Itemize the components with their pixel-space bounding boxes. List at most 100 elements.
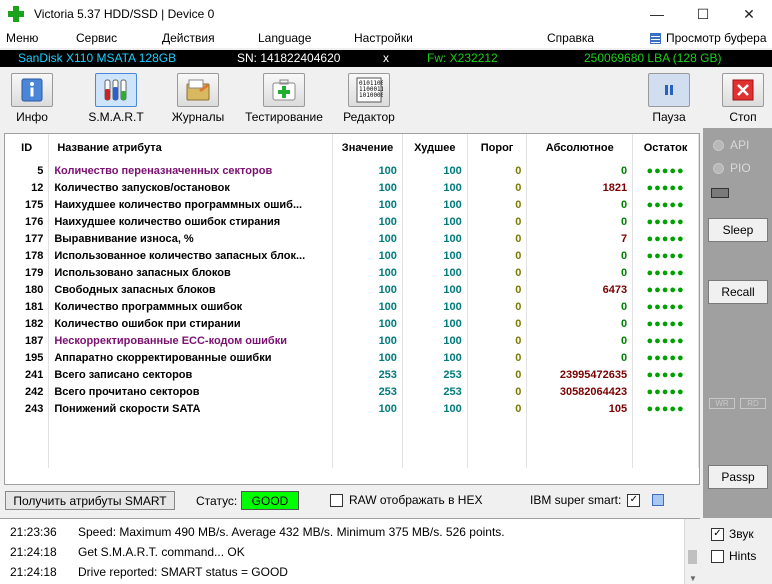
col-rest[interactable]: Остаток <box>632 134 699 162</box>
table-row[interactable]: 5 Количество переназначенных секторов 100 1… <box>5 162 699 179</box>
editor-button[interactable]: 0101100 1100011 1010000 Редактор <box>340 68 398 124</box>
table-row[interactable]: 176 Наихудшее количество ошибок стирания 1… <box>5 213 699 230</box>
app-cross-icon <box>8 6 24 22</box>
attr-value: 100 <box>332 196 403 213</box>
table-row[interactable]: 179 Использовано запасных блоков 100 100 0 0 ●… <box>5 264 699 281</box>
buffer-view-button[interactable]: Просмотр буфера <box>650 31 767 45</box>
attr-worst: 100 <box>402 400 468 417</box>
testing-button[interactable]: Тестирование <box>244 68 324 124</box>
attr-rest: ●●●●● <box>632 332 699 349</box>
maximize-button[interactable]: ☐ <box>680 0 726 28</box>
attr-value: 100 <box>332 298 403 315</box>
passp-button[interactable]: Passp <box>708 465 768 489</box>
attr-value: 100 <box>332 162 403 179</box>
col-value[interactable]: Значение <box>332 134 403 162</box>
scroll-thumb[interactable] <box>688 550 697 564</box>
pause-button[interactable]: Пауза <box>646 68 692 124</box>
ibm-smart-checkbox[interactable]: IBM super smart: ✓ <box>530 493 665 507</box>
menu-item-menu[interactable]: Меню <box>6 31 38 45</box>
empty-row <box>5 417 699 434</box>
menu-item-help[interactable]: Справка <box>547 31 594 45</box>
table-row[interactable]: 243 Понижений скорости SATA 100 100 0 105 ●●●●… <box>5 400 699 417</box>
attr-threshold: 0 <box>467 247 528 264</box>
close-button[interactable]: ✕ <box>726 0 772 28</box>
raw-hex-checkbox[interactable]: RAW отображать в HEX <box>330 493 482 507</box>
sound-checkbox[interactable]: ✓ Звук <box>711 527 754 541</box>
editor-label: Редактор <box>343 110 395 124</box>
device-model[interactable]: SanDisk X110 MSATA 128GB <box>18 51 176 65</box>
color-indicator-icon <box>652 494 665 506</box>
table-row[interactable]: 178 Использованное количество запасных бл… <box>5 247 699 264</box>
api-label: API <box>730 138 750 152</box>
log-scrollbar[interactable]: ▼ <box>684 519 700 584</box>
attr-id: 177 <box>5 230 50 247</box>
attr-rest: ●●●●● <box>632 366 699 383</box>
stop-x-icon <box>722 73 764 107</box>
smart-button[interactable]: S.M.A.R.T <box>86 68 146 124</box>
attr-threshold: 0 <box>467 383 528 400</box>
attr-value: 100 <box>332 179 403 196</box>
col-absolute[interactable]: Абсолютное <box>526 134 634 162</box>
radio-dot-icon <box>713 162 724 174</box>
logs-label: Журналы <box>171 110 225 124</box>
hints-checkbox[interactable]: Hints <box>711 549 756 563</box>
attr-absolute: 0 <box>526 349 634 366</box>
attr-name: Использовано запасных блоков <box>48 264 334 281</box>
api-radio[interactable]: API <box>713 138 749 152</box>
attr-id: 181 <box>5 298 50 315</box>
attr-absolute: 0 <box>526 315 634 332</box>
sleep-button[interactable]: Sleep <box>708 218 768 242</box>
table-row[interactable]: 177 Выравнивание износа, % 100 100 0 7 ●●●●● <box>5 230 699 247</box>
attr-id: 182 <box>5 315 50 332</box>
info-button[interactable]: Инфо <box>8 68 56 124</box>
table-row[interactable]: 241 Всего записано секторов 253 253 0 2399547… <box>5 366 699 383</box>
attr-rest: ●●●●● <box>632 264 699 281</box>
col-id[interactable]: ID <box>5 134 50 162</box>
indicator-led <box>711 188 729 198</box>
table-row[interactable]: 181 Количество программных ошибок 100 100 0 0… <box>5 298 699 315</box>
rd-indicator: RD <box>740 398 766 409</box>
scroll-down-icon[interactable]: ▼ <box>689 574 697 583</box>
attr-threshold: 0 <box>467 162 528 179</box>
stop-button[interactable]: Стоп <box>720 68 766 124</box>
recall-button[interactable]: Recall <box>708 280 768 304</box>
table-row[interactable]: 175 Наихудшее количество программных ошиб… <box>5 196 699 213</box>
col-threshold[interactable]: Порог <box>467 134 528 162</box>
attr-worst: 100 <box>402 315 468 332</box>
menu-item-actions[interactable]: Действия <box>162 31 215 45</box>
menu-item-service[interactable]: Сервис <box>76 31 117 45</box>
attr-absolute: 0 <box>526 247 634 264</box>
attr-absolute: 6473 <box>526 281 634 298</box>
menu-bar: Меню Сервис Действия Language Настройки … <box>0 28 772 48</box>
radio-dot-icon <box>713 139 724 151</box>
attr-name: Наихудшее количество программных ошиб... <box>48 196 334 213</box>
table-row[interactable]: 12 Количество запусков/остановок 100 100 0 18… <box>5 179 699 196</box>
table-row[interactable]: 182 Количество ошибок при стирании 100 100 0… <box>5 315 699 332</box>
attr-rest: ●●●●● <box>632 247 699 264</box>
device-close-x[interactable]: x <box>383 51 389 65</box>
attr-value: 100 <box>332 349 403 366</box>
menu-item-language[interactable]: Language <box>258 31 311 45</box>
get-smart-button[interactable]: Получить атрибуты SMART <box>5 491 175 510</box>
col-name[interactable]: Название атрибута <box>48 134 334 162</box>
minimize-button[interactable]: — <box>634 0 680 28</box>
logs-button[interactable]: Журналы <box>170 68 226 124</box>
attr-rest: ●●●●● <box>632 162 699 179</box>
svg-text:1010000: 1010000 <box>359 92 383 99</box>
menu-item-settings[interactable]: Настройки <box>354 31 413 45</box>
table-row[interactable]: 187 Нескорректированные ECC-кодом ошибки 1… <box>5 332 699 349</box>
pio-radio[interactable]: PIO <box>713 161 751 175</box>
table-header-row: ID Название атрибута Значение Худшее Пор… <box>5 134 699 162</box>
testing-label: Тестирование <box>245 110 323 124</box>
attr-threshold: 0 <box>467 264 528 281</box>
device-firmware: Fw: X232212 <box>427 51 498 65</box>
table-row[interactable]: 242 Всего прочитано секторов 253 253 0 305820… <box>5 383 699 400</box>
col-worst[interactable]: Худшее <box>402 134 468 162</box>
table-row[interactable]: 180 Свободных запасных блоков 100 100 0 6473 ●… <box>5 281 699 298</box>
attr-worst: 100 <box>402 196 468 213</box>
attr-absolute: 0 <box>526 332 634 349</box>
attr-name: Количество переназначенных секторов <box>48 162 334 179</box>
attr-value: 100 <box>332 230 403 247</box>
table-row[interactable]: 195 Аппаратно скорректированные ошибки 100… <box>5 349 699 366</box>
attr-name: Аппаратно скорректированные ошибки <box>48 349 334 366</box>
